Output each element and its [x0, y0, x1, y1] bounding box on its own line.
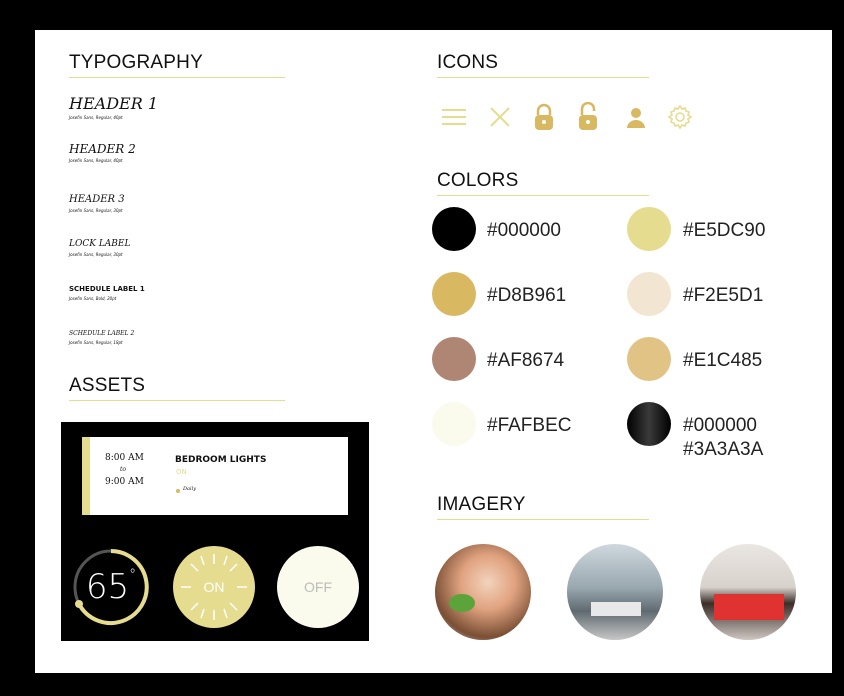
on-label: ON — [203, 579, 225, 595]
hex-d8b961: #D8B961 — [487, 285, 567, 306]
menu-icon — [442, 109, 466, 125]
user-icon — [627, 108, 645, 128]
hex-fafbec: #FAFBEC — [487, 415, 572, 436]
gear-icon — [667, 104, 693, 130]
typo-header-1-meta: Josefin Sans, Regular, 40pt — [69, 115, 123, 120]
imagery-title: IMAGERY — [437, 494, 526, 515]
imagery-rule — [437, 519, 649, 520]
icons-rule — [437, 77, 649, 78]
typo-schedule-label-1: SCHEDULE LABEL 1 Josefin Sans, Bold, 20p… — [69, 285, 145, 302]
style-guide-sheet: TYPOGRAPHY HEADER 1 Josefin Sans, Regula… — [35, 30, 832, 673]
typo-header-2: HEADER 2 Josefin Sans, Regular, 40pt — [69, 143, 136, 163]
off-label: OFF — [304, 579, 332, 595]
thermostat-readout: 65 ° — [71, 547, 151, 627]
typo-header-3-meta: Josefin Sans, Regular, 30pt — [69, 208, 123, 213]
lock-closed-icon — [535, 103, 553, 130]
hex-gradient-end: #3A3A3A — [683, 439, 764, 460]
swatch-f2e5d1 — [627, 272, 671, 316]
typography-title: TYPOGRAPHY — [69, 52, 203, 73]
thermostat-value: 65 — [85, 567, 130, 607]
colors-rule — [437, 195, 649, 196]
woman-eating-photo — [435, 544, 531, 640]
close-icon — [490, 107, 510, 127]
thermostat-unit: ° — [129, 567, 137, 583]
schedule-state: ON — [176, 468, 187, 476]
swatch-e1c485 — [627, 337, 671, 381]
schedule-start: 8:00 AM — [105, 453, 144, 463]
hex-e5dc90: #E5DC90 — [683, 220, 766, 241]
typo-lock-label: LOCK LABEL Josefin Sans, Regular, 30pt — [69, 239, 131, 258]
typo-lock-label-label: LOCK LABEL — [69, 239, 131, 249]
typo-schedule-label-2-label: SCHEDULE LABEL 2 — [69, 330, 135, 337]
typo-header-3-label: HEADER 3 — [69, 194, 125, 205]
assets-panel: 8:00 AM to 9:00 AM BEDROOM LIGHTS ON Dai… — [61, 422, 369, 641]
schedule-end: 9:00 AM — [105, 477, 144, 487]
swatch-fafbec — [432, 402, 476, 446]
swatch-af8674 — [432, 337, 476, 381]
schedule-card[interactable]: 8:00 AM to 9:00 AM BEDROOM LIGHTS ON Dai… — [82, 437, 348, 515]
swatch-e5dc90 — [627, 207, 671, 251]
hex-f2e5d1: #F2E5D1 — [683, 285, 764, 306]
typo-lock-label-meta: Josefin Sans, Regular, 30pt — [69, 252, 123, 257]
typo-schedule-label-1-meta: Josefin Sans, Bold, 20pt — [69, 296, 117, 301]
lock-open-icon — [579, 102, 597, 130]
swatch-000000 — [432, 207, 476, 251]
photo-apple-shape — [449, 594, 475, 612]
on-button[interactable]: ON — [173, 546, 255, 628]
typo-header-1-label: HEADER 1 — [69, 94, 159, 113]
swatch-gradient-black — [627, 402, 671, 446]
typography-rule — [69, 77, 285, 78]
hex-e1c485: #E1C485 — [683, 350, 763, 371]
typo-schedule-label-2-meta: Josefin Sans, Regular, 18pt — [69, 340, 123, 345]
photo-sofa-shape — [591, 602, 641, 616]
photo-bed-shape — [714, 594, 784, 620]
typo-schedule-label-1-label: SCHEDULE LABEL 1 — [69, 285, 145, 293]
typo-schedule-label-2: SCHEDULE LABEL 2 Josefin Sans, Regular, … — [69, 330, 135, 346]
schedule-repeat: Daily — [183, 486, 197, 492]
schedule-to: to — [120, 466, 127, 473]
colors-title: COLORS — [437, 170, 519, 191]
assets-title: ASSETS — [69, 375, 146, 396]
thermostat-dial[interactable]: 65 ° — [71, 547, 151, 627]
swatch-d8b961 — [432, 272, 476, 316]
hex-000000: #000000 — [487, 220, 561, 241]
assets-rule — [69, 400, 285, 401]
bedroom-photo — [700, 544, 796, 640]
typo-header-1: HEADER 1 Josefin Sans, Regular, 40pt — [69, 94, 159, 121]
schedule-dot — [176, 489, 180, 493]
off-button[interactable]: OFF — [277, 546, 359, 628]
living-room-photo — [567, 544, 663, 640]
typo-header-2-label: HEADER 2 — [69, 142, 136, 156]
hex-af8674: #AF8674 — [487, 350, 565, 371]
typo-header-3: HEADER 3 Josefin Sans, Regular, 30pt — [69, 194, 125, 214]
hex-gradient-start: #000000 — [683, 415, 757, 436]
icons-title: ICONS — [437, 52, 499, 73]
schedule-name: BEDROOM LIGHTS — [175, 455, 267, 465]
typo-header-2-meta: Josefin Sans, Regular, 40pt — [69, 158, 123, 163]
